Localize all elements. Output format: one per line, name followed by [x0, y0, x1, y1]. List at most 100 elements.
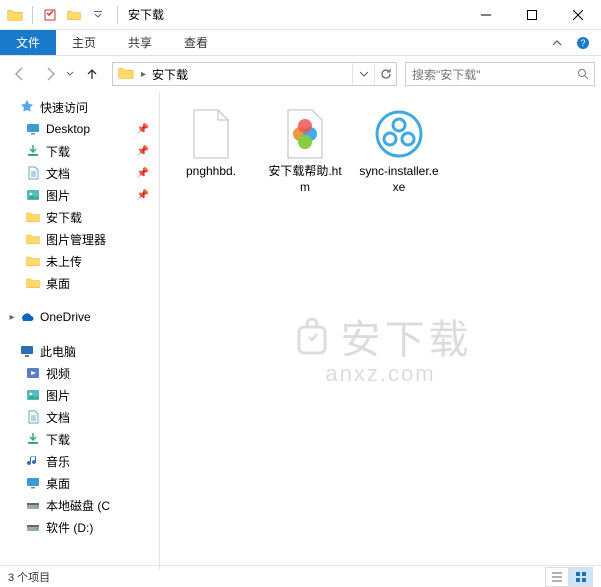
watermark-text-top: 安下载: [341, 307, 473, 365]
tree-label: 桌面: [46, 275, 70, 292]
sidebar-item[interactable]: 图片: [0, 384, 159, 406]
search-icon[interactable]: [572, 68, 594, 80]
status-text: 3 个项目: [8, 569, 50, 585]
file-item[interactable]: 安下载帮助.htm: [260, 102, 350, 199]
minimize-button[interactable]: [463, 0, 509, 30]
file-list-pane[interactable]: pnghhbd.安下载帮助.htmsync-installer.exe 安下载 …: [160, 92, 601, 570]
new-folder-icon[interactable]: [63, 4, 85, 26]
sidebar-item[interactable]: 桌面: [0, 472, 159, 494]
sidebar-item[interactable]: 文档: [0, 406, 159, 428]
icons-view-button[interactable]: [569, 567, 593, 587]
watermark-text-bottom: anxz.com: [289, 361, 473, 387]
expand-ribbon-icon[interactable]: [547, 33, 567, 53]
title-bar: 安下载: [0, 0, 601, 30]
tree-label: 下载: [46, 143, 70, 160]
pin-icon: 📌: [137, 146, 149, 157]
quick-access-node[interactable]: 快速访问: [0, 96, 159, 118]
chevron-right-icon[interactable]: ▸: [139, 69, 148, 80]
sidebar-item[interactable]: 文档 📌: [0, 162, 159, 184]
item-icon: [24, 430, 42, 448]
sidebar-item[interactable]: 下载: [0, 428, 159, 450]
ribbon-tab-home[interactable]: 主页: [56, 30, 112, 55]
file-name: sync-installer.exe: [358, 164, 440, 195]
maximize-button[interactable]: [509, 0, 555, 30]
sidebar-item[interactable]: 桌面: [0, 272, 159, 294]
forward-button[interactable]: [36, 60, 64, 88]
sidebar-item[interactable]: 本地磁盘 (C: [0, 494, 159, 516]
tree-label: 快速访问: [40, 99, 88, 116]
qat-dropdown-icon[interactable]: [87, 4, 109, 26]
star-icon: [18, 98, 36, 116]
svg-text:?: ?: [580, 38, 585, 48]
chevron-right-icon[interactable]: ▸: [6, 312, 18, 323]
sidebar-item[interactable]: Desktop📌: [0, 118, 159, 140]
status-bar: 3 个项目: [0, 565, 601, 587]
sidebar-item[interactable]: 软件 (D:): [0, 516, 159, 538]
up-button[interactable]: [80, 62, 104, 86]
tree-label: 未上传: [46, 253, 82, 270]
onedrive-node[interactable]: ▸ OneDrive: [0, 306, 159, 328]
address-bar[interactable]: ▸ 安下载: [112, 62, 397, 86]
watermark-icon: [289, 313, 335, 359]
file-item[interactable]: sync-installer.exe: [354, 102, 444, 199]
file-icon: [373, 106, 425, 162]
breadcrumb[interactable]: 安下载: [148, 63, 192, 85]
tree-label: 本地磁盘 (C: [46, 497, 110, 514]
tree-label: 图片: [46, 387, 70, 404]
item-icon: [24, 386, 42, 404]
item-icon: [24, 142, 42, 160]
tree-label: 安下载: [46, 209, 82, 226]
pin-icon: 📌: [137, 190, 149, 201]
item-icon: [24, 364, 42, 382]
main-area: 快速访问 Desktop📌下载📌文档📌图片📌安下载图片管理器未上传桌面 ▸ On…: [0, 92, 601, 570]
sidebar-item[interactable]: 下载 📌: [0, 140, 159, 162]
sidebar-item[interactable]: 未上传: [0, 250, 159, 272]
sidebar-item[interactable]: 安下载: [0, 206, 159, 228]
back-button[interactable]: [6, 60, 34, 88]
navigation-bar: ▸ 安下载 搜索"安下载": [0, 56, 601, 92]
folder-icon: [113, 64, 139, 85]
file-item[interactable]: pnghhbd.: [166, 102, 256, 199]
tree-label: 图片管理器: [46, 231, 106, 248]
navigation-pane[interactable]: 快速访问 Desktop📌 下载 📌 文档 📌 图片 📌 安下载图片管理器未上传桌面 ▸ On…: [0, 92, 160, 570]
file-icon: [185, 106, 237, 162]
tree-label: 此电脑: [40, 343, 76, 360]
sidebar-item[interactable]: 视频: [0, 362, 159, 384]
close-button[interactable]: [555, 0, 601, 30]
file-tab[interactable]: 文件: [0, 30, 56, 55]
search-input[interactable]: 搜索"安下载": [405, 62, 595, 86]
item-icon: [24, 164, 42, 182]
tree-label: 桌面: [46, 475, 70, 492]
file-name: 安下载帮助.htm: [264, 164, 346, 195]
help-icon[interactable]: ?: [573, 33, 593, 53]
item-icon: [24, 408, 42, 426]
item-icon: [24, 518, 42, 536]
tree-label: 图片: [46, 187, 70, 204]
this-pc-node[interactable]: 此电脑: [0, 340, 159, 362]
separator: [117, 6, 118, 24]
tree-label: 文档: [46, 165, 70, 182]
tree-label: 文档: [46, 409, 70, 426]
history-dropdown-icon[interactable]: [66, 65, 76, 83]
search-placeholder: 搜索"安下载": [406, 66, 572, 83]
pin-icon: 📌: [137, 168, 149, 179]
refresh-button[interactable]: [374, 63, 396, 85]
item-icon: [24, 474, 42, 492]
folder-icon: [4, 4, 26, 26]
sidebar-item[interactable]: 音乐: [0, 450, 159, 472]
sidebar-item[interactable]: 图片 📌: [0, 184, 159, 206]
details-view-button[interactable]: [545, 567, 569, 587]
address-dropdown-icon[interactable]: [352, 63, 374, 85]
item-icon: [24, 496, 42, 514]
sidebar-item[interactable]: 图片管理器: [0, 228, 159, 250]
file-icon: [279, 106, 331, 162]
properties-icon[interactable]: [39, 4, 61, 26]
ribbon: 文件 主页 共享 查看 ?: [0, 30, 601, 56]
item-icon: [24, 208, 42, 226]
ribbon-tab-share[interactable]: 共享: [112, 30, 168, 55]
item-icon: [24, 186, 42, 204]
tree-label: 音乐: [46, 453, 70, 470]
tree-label: 视频: [46, 365, 70, 382]
ribbon-tab-view[interactable]: 查看: [168, 30, 224, 55]
tree-label: 下载: [46, 431, 70, 448]
